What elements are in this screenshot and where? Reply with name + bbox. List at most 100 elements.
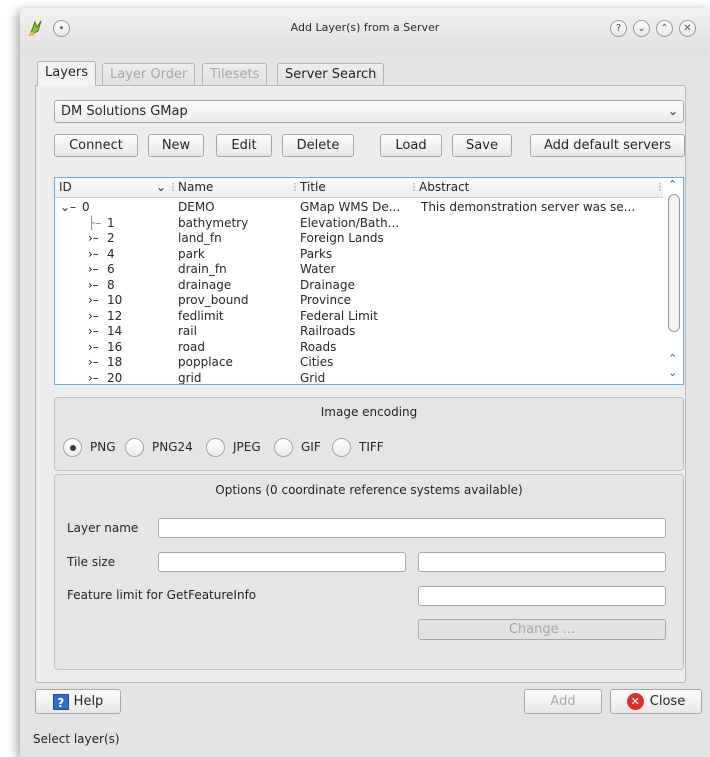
layer-name-label: Layer name	[67, 521, 139, 535]
minimize-icon[interactable]: ⌄	[633, 20, 650, 37]
scroll-up-icon[interactable]: ⌃	[668, 178, 677, 191]
expand-arrow-icon[interactable]: ›–	[88, 309, 99, 324]
change-crs-label: Change ...	[508, 622, 576, 637]
row-id: 20	[107, 371, 123, 385]
tree-row[interactable]: ›– 12 fedlimit Federal Limit	[55, 309, 663, 324]
layer-name-input[interactable]	[158, 518, 666, 538]
row-title: Cities	[300, 355, 334, 369]
options-title: Options (0 coordinate reference systems …	[215, 483, 523, 497]
load-button[interactable]: Load	[380, 134, 442, 157]
radio-jpeg[interactable]	[206, 438, 225, 457]
tree-row[interactable]: ›– 16 road Roads	[55, 340, 663, 355]
row-id: 2	[107, 231, 115, 245]
add-default-servers-button[interactable]: Add default servers	[530, 134, 685, 157]
row-name: fedlimit	[178, 309, 224, 323]
edit-button[interactable]: Edit	[216, 134, 272, 157]
row-id: 8	[107, 278, 115, 292]
row-name: bathymetry	[178, 216, 249, 230]
radio-jpeg-label: JPEG	[233, 440, 261, 454]
row-name: land_fn	[178, 231, 222, 245]
row-id: 10	[107, 293, 123, 307]
tab-layers[interactable]: Layers	[37, 61, 97, 86]
row-title: Drainage	[300, 278, 355, 292]
row-name: park	[178, 247, 205, 261]
tree-row[interactable]: ›– 4 park Parks	[55, 247, 663, 262]
tree-row[interactable]: ›– 2 land_fn Foreign Lands	[55, 231, 663, 246]
row-id: 1	[107, 216, 115, 230]
radio-gif[interactable]	[274, 438, 293, 457]
server-select[interactable]: DM Solutions GMap ⌄	[54, 100, 684, 123]
row-name: prov_bound	[178, 293, 249, 307]
tree-row[interactable]: ›– 18 popplace Cities	[55, 355, 663, 370]
tree-row[interactable]: ›– 20 grid Grid	[55, 371, 663, 385]
tree-scrollbar[interactable]: ⌃ ⌃ ⌄	[665, 178, 683, 384]
radio-png[interactable]	[63, 438, 82, 457]
layer-tree[interactable]: ID ⌄ ⁝ Name ⁝ Title ⁝ Abstract ⁝ ⌄– 0 DE…	[54, 177, 684, 385]
expand-arrow-icon[interactable]: ›–	[88, 247, 99, 262]
expand-arrow-icon[interactable]: ›–	[88, 355, 99, 370]
tile-height-input[interactable]	[418, 552, 666, 572]
sort-chevron-icon[interactable]: ⌄	[156, 178, 166, 197]
expand-arrow-icon[interactable]: ›–	[88, 371, 99, 384]
tree-row[interactable]: ›– 6 drain_fn Water	[55, 262, 663, 277]
tree-row[interactable]: ›– 8 drainage Drainage	[55, 278, 663, 293]
tree-header: ID ⌄ ⁝ Name ⁝ Title ⁝ Abstract ⁝	[55, 178, 663, 198]
scroll-down-icon[interactable]: ⌄	[668, 366, 677, 379]
help-button[interactable]: ? Help	[35, 689, 121, 714]
row-name: rail	[178, 324, 197, 338]
edit-label: Edit	[231, 138, 257, 153]
row-title: Province	[300, 293, 352, 307]
column-header-id[interactable]: ID	[59, 178, 72, 197]
row-title: Grid	[300, 371, 326, 385]
radio-tiff[interactable]	[332, 438, 351, 457]
save-button[interactable]: Save	[452, 134, 512, 157]
new-button[interactable]: New	[148, 134, 204, 157]
row-title: Roads	[300, 340, 337, 354]
column-header-name[interactable]: Name	[178, 178, 213, 197]
column-header-title[interactable]: Title	[300, 178, 326, 197]
tree-row[interactable]: ⌄– 0 DEMO GMap WMS De... This demonstrat…	[55, 200, 663, 215]
row-name: drain_fn	[178, 262, 227, 276]
close-label: Close	[649, 694, 686, 709]
expand-arrow-icon[interactable]: ›–	[88, 278, 99, 293]
tree-row[interactable]: ├– 1 bathymetry Elevation/Bath...	[55, 216, 663, 231]
tree-row[interactable]: ›– 10 prov_bound Province	[55, 293, 663, 308]
expand-arrow-icon[interactable]: ›–	[88, 340, 99, 355]
row-name: drainage	[178, 278, 232, 292]
radio-png24[interactable]	[125, 438, 144, 457]
tab-tilesets[interactable]: Tilesets	[202, 63, 268, 86]
expand-arrow-icon[interactable]: ›–	[88, 293, 99, 308]
expand-arrow-icon[interactable]: ›–	[88, 324, 99, 339]
maximize-icon[interactable]: ⌃	[656, 20, 673, 37]
close-button[interactable]: ✕ Close	[610, 689, 702, 714]
expand-arrow-icon[interactable]: ⌄–	[60, 200, 76, 215]
status-text: Select layer(s)	[33, 732, 120, 746]
row-id: 14	[107, 324, 123, 338]
close-window-icon[interactable]: ✕	[679, 20, 696, 37]
scrollbar-handle[interactable]	[668, 194, 680, 332]
column-header-abstract[interactable]: Abstract	[419, 178, 469, 197]
radio-tiff-label: TIFF	[359, 440, 384, 454]
row-title: Railroads	[300, 324, 356, 338]
row-name: DEMO	[178, 200, 215, 214]
change-crs-button[interactable]: Change ...	[418, 619, 666, 640]
radio-png24-label: PNG24	[152, 440, 193, 454]
help-question-icon[interactable]: ?	[610, 20, 627, 37]
expand-arrow-icon[interactable]: ›–	[88, 262, 99, 277]
row-title: Elevation/Bath...	[300, 216, 400, 230]
tree-row[interactable]: ›– 14 rail Railroads	[55, 324, 663, 339]
title-bar[interactable]: • Add Layer(s) from a Server ? ⌄ ⌃ ✕	[20, 8, 710, 52]
delete-label: Delete	[296, 138, 340, 153]
add-button[interactable]: Add	[524, 689, 602, 714]
expand-arrow-icon[interactable]: ›–	[88, 231, 99, 246]
tab-server-search[interactable]: Server Search	[277, 63, 385, 86]
feature-limit-input[interactable]	[418, 586, 666, 606]
connect-button[interactable]: Connect	[54, 134, 138, 157]
options-group: Options (0 coordinate reference systems …	[54, 474, 684, 670]
row-id: 4	[107, 247, 115, 261]
tab-layer-order[interactable]: Layer Order	[102, 63, 196, 86]
scroll-up-icon[interactable]: ⌃	[668, 352, 677, 365]
delete-button[interactable]: Delete	[282, 134, 354, 157]
help-label: Help	[73, 694, 104, 709]
tile-width-input[interactable]	[158, 552, 406, 572]
